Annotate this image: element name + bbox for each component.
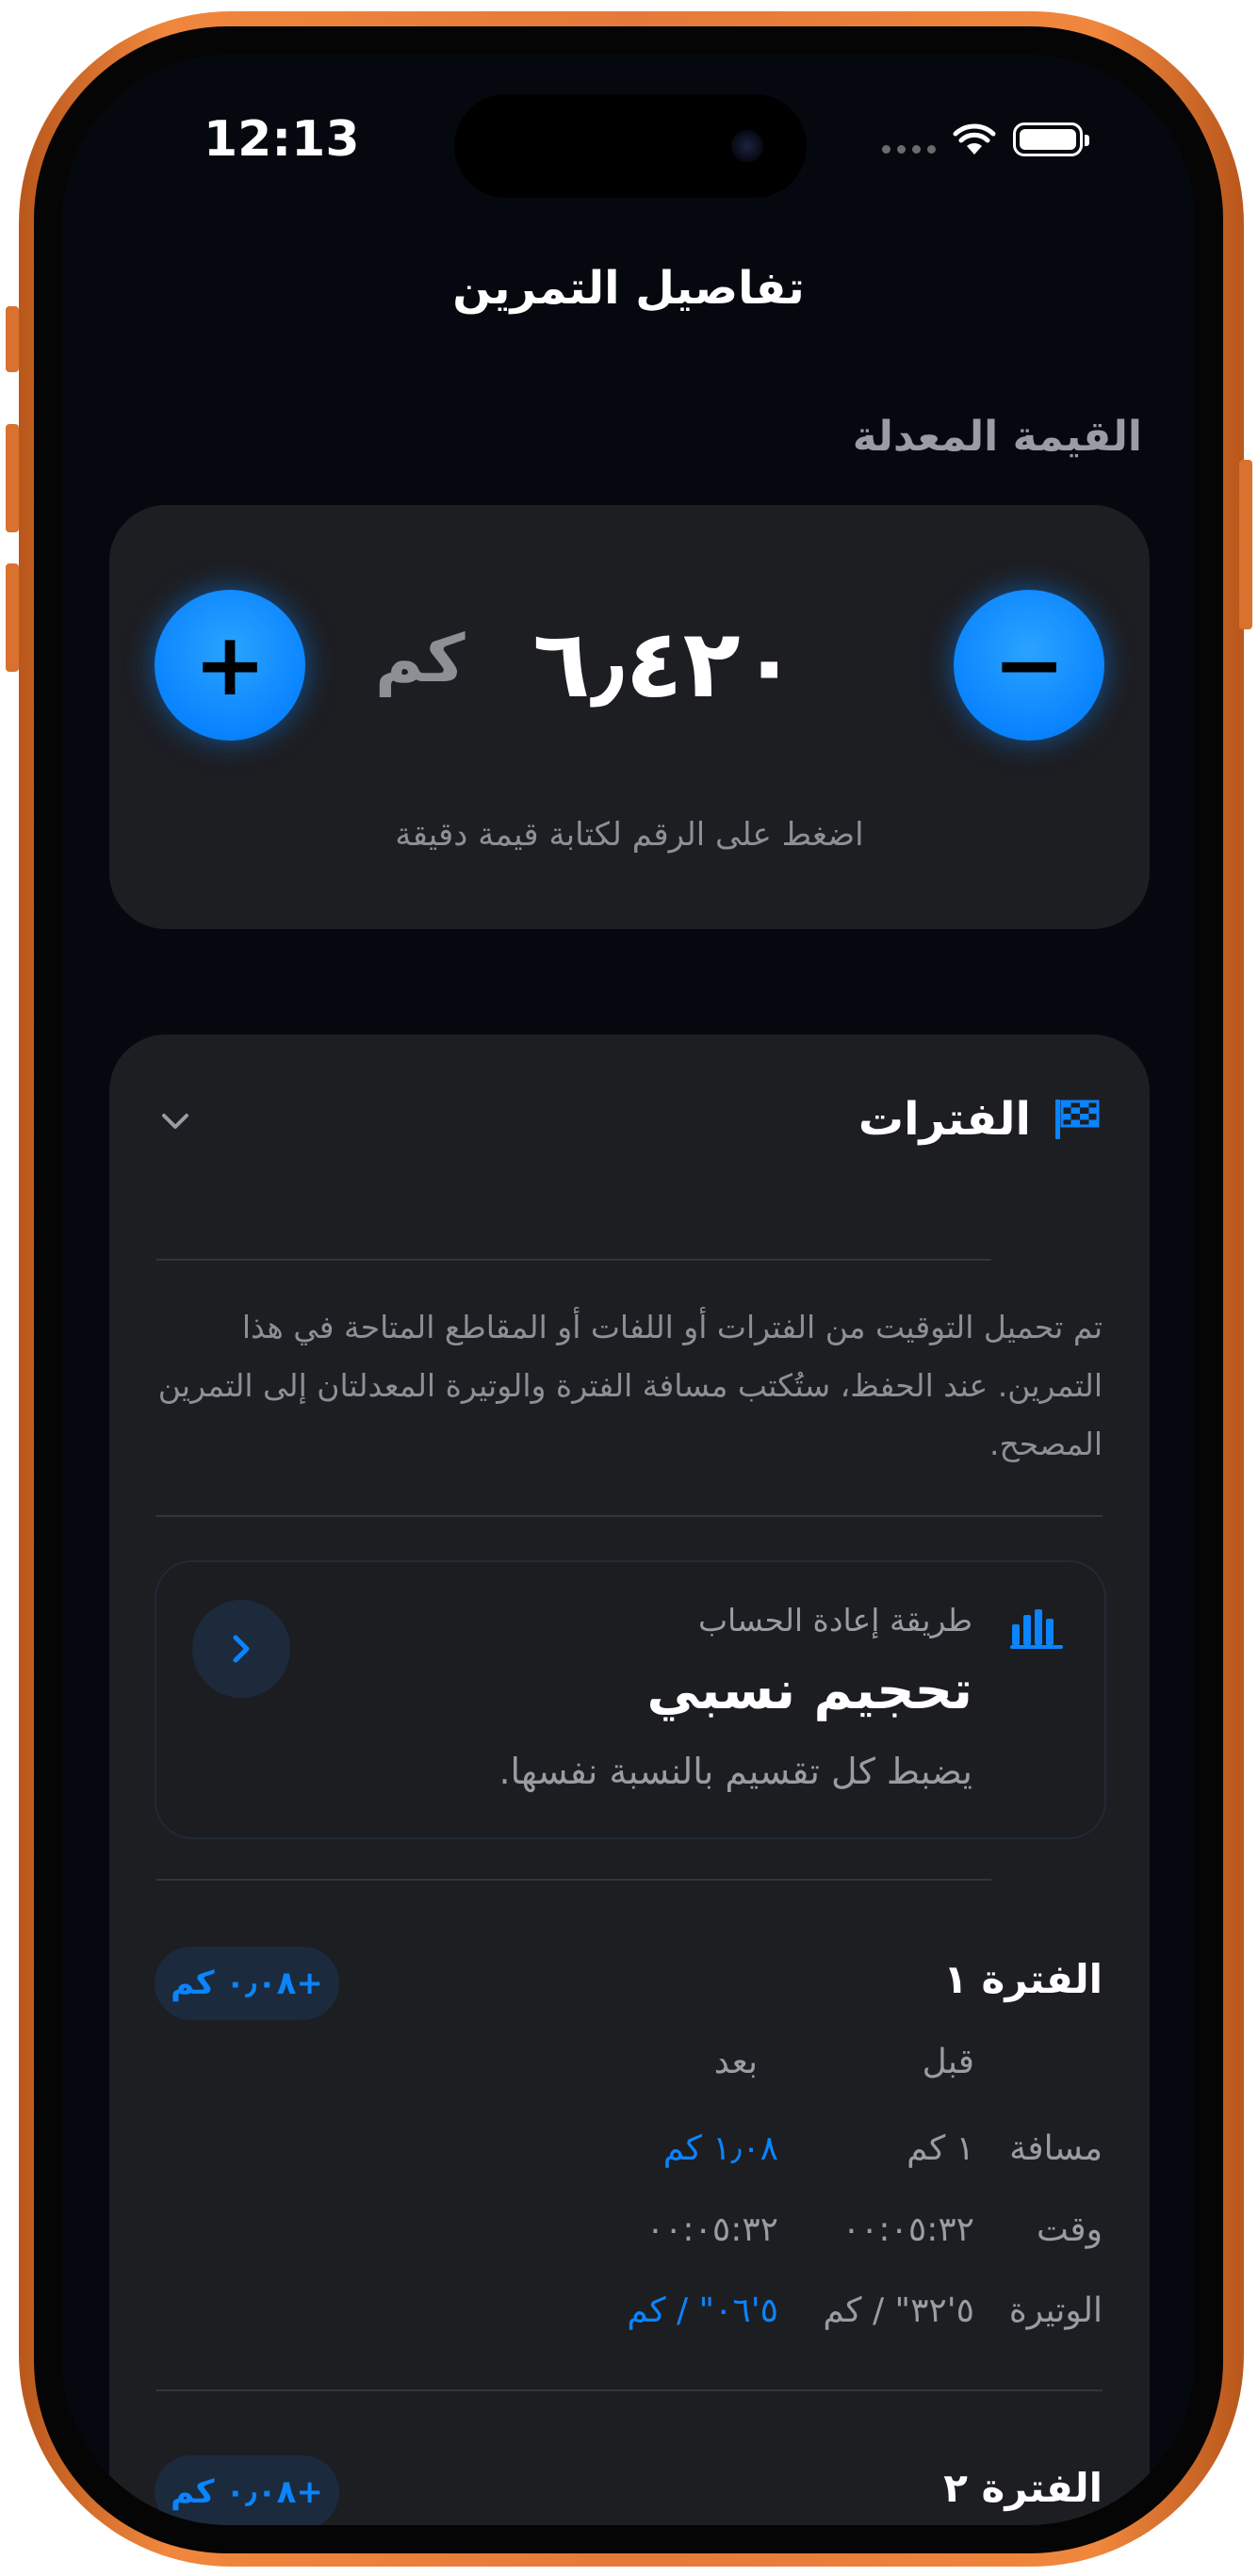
action-button — [6, 306, 19, 372]
table-row: وقت ٠٠:٠٥:٣٢ ٠٠:٠٥:٣٢ — [156, 2210, 1103, 2267]
intervals-description: تم تحميل التوقيت من الفترات أو اللفات أو… — [157, 1309, 1103, 1462]
column-after: بعد — [713, 2043, 758, 2081]
wifi-icon — [953, 123, 996, 155]
row-after: ٠٠:٠٥:٣٢ — [645, 2210, 778, 2249]
signal-dots-icon — [882, 144, 936, 154]
status-time: 12:13 — [204, 111, 360, 168]
row-before: ٠٠:٠٥:٣٢ — [841, 2210, 974, 2249]
flag-icon — [1055, 1100, 1100, 1139]
camera-icon — [731, 130, 763, 162]
row-after: ٥'٠٦" / كم — [627, 2291, 778, 2330]
distance-value[interactable]: ٦٫٤٢٠ — [524, 609, 807, 719]
intervals-header[interactable]: الفترات — [858, 1093, 1101, 1146]
volume-down-button — [6, 563, 19, 672]
row-after: ١٫٠٨ كم — [662, 2129, 778, 2168]
chevron-right-icon — [233, 1635, 250, 1663]
row-label: الوتيرة — [1008, 2291, 1103, 2330]
distance-unit: كم — [375, 620, 466, 697]
power-button — [1239, 460, 1252, 629]
interval-1-title: الفترة ١ — [943, 1956, 1103, 2002]
intervals-title: الفترات — [858, 1093, 1031, 1146]
interval-1-delta: +٠٫٠٨ كم — [155, 1947, 339, 2020]
table-row: الوتيرة ٥'٣٢" / كم ٥'٠٦" / كم — [156, 2291, 1103, 2348]
page-title: تفاصيل التمرين — [452, 262, 805, 315]
row-before: ١ كم — [907, 2129, 974, 2168]
value-hint: اضغط على الرقم لكتابة قيمة دقيقة — [395, 816, 864, 854]
description-divider — [156, 1515, 1103, 1517]
row-label: مسافة — [1009, 2129, 1103, 2168]
method-value: تحجيم نسبي — [646, 1660, 972, 1721]
row-before: ٥'٣٢" / كم — [823, 2291, 974, 2330]
interval-2-delta: +٠٫٠٨ كم — [155, 2455, 339, 2525]
battery-icon — [1013, 122, 1089, 156]
method-open-button[interactable] — [192, 1600, 290, 1698]
table-row: مسافة ١ كم ١٫٠٨ كم — [156, 2129, 1103, 2186]
interval-2-title: الفترة ٢ — [943, 2465, 1103, 2511]
method-subtitle: يضبط كل تقسيم بالنسبة نفسها. — [498, 1751, 972, 1792]
interval-divider — [156, 2389, 1103, 2391]
screen: 12:13 تفاصيل التمرين القيمة المعدلة − ٦٫… — [62, 55, 1195, 2525]
decrement-button[interactable]: − — [954, 590, 1104, 741]
method-divider — [156, 1879, 991, 1881]
column-headers: قبل بعد — [156, 2043, 1103, 2099]
column-before: قبل — [922, 2043, 974, 2081]
row-label: وقت — [1037, 2210, 1103, 2249]
bar-chart-icon — [1010, 1609, 1063, 1649]
header-divider — [156, 1259, 991, 1261]
method-label: طريقة إعادة الحساب — [697, 1602, 972, 1639]
intervals-card: الفترات تم تحميل التوقيت من الفترات أو ا… — [109, 1035, 1150, 2525]
dynamic-island — [454, 94, 807, 198]
adjusted-value-card: − ٦٫٤٢٠ كم + اضغط على الرقم لكتابة قيمة … — [109, 505, 1150, 929]
increment-button[interactable]: + — [155, 590, 305, 741]
chevron-down-icon[interactable] — [156, 1102, 194, 1140]
status-icons — [882, 122, 1089, 156]
adjusted-value-label: القيمة المعدلة — [852, 413, 1142, 461]
volume-up-button — [6, 424, 19, 532]
recalc-method-card[interactable]: طريقة إعادة الحساب تحجيم نسبي يضبط كل تق… — [155, 1560, 1106, 1839]
